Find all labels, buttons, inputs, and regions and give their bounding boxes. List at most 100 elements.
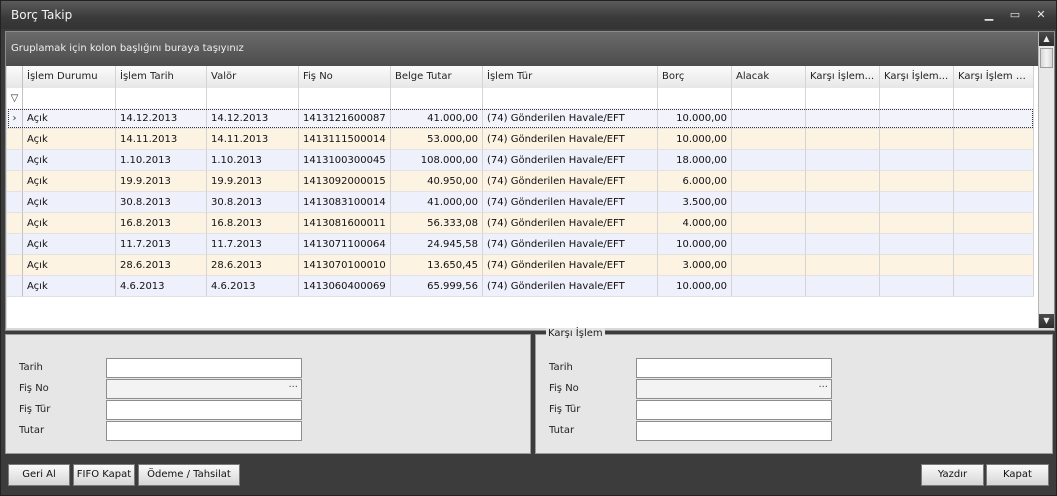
table-cell[interactable]: 41.000,00: [391, 192, 483, 213]
table-cell[interactable]: 65.999,56: [391, 276, 483, 297]
table-cell[interactable]: (74) Gönderilen Havale/EFT: [483, 234, 658, 255]
table-cell[interactable]: 10.000,00: [658, 276, 732, 297]
table-row[interactable]: Açık 14.11.2013 14.11.2013 1413111500014 53.…: [7, 129, 1034, 150]
column-header-karsi-islem-2[interactable]: Karşı İşlem...: [880, 66, 954, 88]
table-row[interactable]: Açık 19.9.2013 19.9.2013 1413092000015 40.95…: [7, 171, 1034, 192]
table-cell[interactable]: [954, 255, 1034, 276]
filter-cell[interactable]: [732, 88, 806, 108]
row-indicator[interactable]: [7, 171, 23, 192]
table-row[interactable]: Açık 11.7.2013 11.7.2013 1413071100064 24.94…: [7, 234, 1034, 255]
table-cell[interactable]: [806, 192, 880, 213]
table-cell[interactable]: (74) Gönderilen Havale/EFT: [483, 276, 658, 297]
table-cell[interactable]: [806, 150, 880, 171]
table-cell[interactable]: [806, 108, 880, 129]
row-indicator[interactable]: [7, 213, 23, 234]
column-header-fis-no[interactable]: Fiş No: [299, 66, 391, 88]
table-cell[interactable]: [880, 234, 954, 255]
table-cell[interactable]: 19.9.2013: [116, 171, 207, 192]
table-cell[interactable]: 28.6.2013: [207, 255, 299, 276]
table-cell[interactable]: (74) Gönderilen Havale/EFT: [483, 129, 658, 150]
column-header-karsi-islem-f[interactable]: Karşı İşlem F...: [954, 66, 1034, 88]
scroll-up-icon[interactable]: ▲: [1039, 32, 1054, 46]
odeme-tahsilat-button[interactable]: Ödeme / Tahsilat: [138, 464, 240, 486]
table-cell[interactable]: [732, 213, 806, 234]
row-indicator[interactable]: [7, 276, 23, 297]
table-cell[interactable]: [954, 108, 1034, 129]
table-cell[interactable]: [806, 234, 880, 255]
filter-cell[interactable]: [483, 88, 658, 108]
karsi-fis-tur-field[interactable]: [636, 400, 832, 420]
table-cell[interactable]: 24.945,58: [391, 234, 483, 255]
table-cell[interactable]: 1413111500014: [299, 129, 391, 150]
table-cell[interactable]: 4.6.2013: [116, 276, 207, 297]
table-cell[interactable]: Açık: [23, 213, 116, 234]
filter-cell[interactable]: [954, 88, 1034, 108]
table-cell[interactable]: [880, 150, 954, 171]
table-cell[interactable]: [806, 213, 880, 234]
filter-cell[interactable]: [806, 88, 880, 108]
table-cell[interactable]: 1413081600011: [299, 213, 391, 234]
table-cell[interactable]: 14.11.2013: [116, 129, 207, 150]
table-cell[interactable]: Açık: [23, 255, 116, 276]
filter-cell[interactable]: [23, 88, 116, 108]
table-cell[interactable]: [806, 255, 880, 276]
table-cell[interactable]: Açık: [23, 171, 116, 192]
table-cell[interactable]: [880, 192, 954, 213]
table-row[interactable]: Açık 1.10.2013 1.10.2013 1413100300045 108.0…: [7, 150, 1034, 171]
ellipsis-icon[interactable]: ···: [288, 382, 298, 393]
table-cell[interactable]: 28.6.2013: [116, 255, 207, 276]
table-cell[interactable]: 53.000,00: [391, 129, 483, 150]
table-row[interactable]: Açık 30.8.2013 30.8.2013 1413083100014 41.00…: [7, 192, 1034, 213]
filter-cell[interactable]: [116, 88, 207, 108]
table-cell[interactable]: [732, 171, 806, 192]
table-cell[interactable]: [732, 276, 806, 297]
table-cell[interactable]: Açık: [23, 108, 116, 129]
column-header-borc[interactable]: Borç: [658, 66, 732, 88]
table-cell[interactable]: [806, 171, 880, 192]
table-cell[interactable]: 10.000,00: [658, 234, 732, 255]
minimize-icon[interactable]: ▁: [980, 7, 998, 23]
table-cell[interactable]: Açık: [23, 234, 116, 255]
column-header-islem-tarih[interactable]: İşlem Tarih: [116, 66, 207, 88]
table-cell[interactable]: 6.000,00: [658, 171, 732, 192]
table-cell[interactable]: [880, 108, 954, 129]
table-cell[interactable]: [954, 192, 1034, 213]
table-cell[interactable]: 1413070100010: [299, 255, 391, 276]
table-cell[interactable]: 14.12.2013: [207, 108, 299, 129]
fifo-kapat-button[interactable]: FIFO Kapat: [73, 464, 135, 486]
table-cell[interactable]: [732, 150, 806, 171]
table-cell[interactable]: 30.8.2013: [207, 192, 299, 213]
table-cell[interactable]: (74) Gönderilen Havale/EFT: [483, 150, 658, 171]
filter-cell[interactable]: [299, 88, 391, 108]
karsi-fis-no-field[interactable]: ···: [636, 379, 832, 399]
table-cell[interactable]: [732, 192, 806, 213]
table-cell[interactable]: 1413100300045: [299, 150, 391, 171]
table-cell[interactable]: 41.000,00: [391, 108, 483, 129]
table-cell[interactable]: 3.500,00: [658, 192, 732, 213]
table-cell[interactable]: [806, 276, 880, 297]
table-cell[interactable]: (74) Gönderilen Havale/EFT: [483, 108, 658, 129]
table-cell[interactable]: 1413060400069: [299, 276, 391, 297]
table-cell[interactable]: 30.8.2013: [116, 192, 207, 213]
table-cell[interactable]: [880, 213, 954, 234]
table-cell[interactable]: 3.000,00: [658, 255, 732, 276]
vertical-scrollbar[interactable]: ▲ ▼: [1038, 32, 1054, 328]
table-cell[interactable]: 13.650,45: [391, 255, 483, 276]
table-row[interactable]: Açık 16.8.2013 16.8.2013 1413081600011 56.33…: [7, 213, 1034, 234]
table-cell[interactable]: (74) Gönderilen Havale/EFT: [483, 255, 658, 276]
table-cell[interactable]: 1413092000015: [299, 171, 391, 192]
column-header-alacak[interactable]: Alacak: [732, 66, 806, 88]
tarih-field[interactable]: [106, 358, 302, 378]
table-cell[interactable]: [732, 129, 806, 150]
karsi-tutar-field[interactable]: [636, 421, 832, 441]
tutar-field[interactable]: [106, 421, 302, 441]
table-cell[interactable]: 14.12.2013: [116, 108, 207, 129]
group-panel[interactable]: Gruplamak için kolon başlığını buraya ta…: [6, 32, 1038, 66]
filter-cell[interactable]: [658, 88, 732, 108]
table-cell[interactable]: [880, 276, 954, 297]
row-indicator[interactable]: [7, 234, 23, 255]
table-cell[interactable]: [806, 129, 880, 150]
table-row[interactable]: Açık 28.6.2013 28.6.2013 1413070100010 13.65…: [7, 255, 1034, 276]
table-cell[interactable]: 16.8.2013: [207, 213, 299, 234]
table-cell[interactable]: Açık: [23, 192, 116, 213]
